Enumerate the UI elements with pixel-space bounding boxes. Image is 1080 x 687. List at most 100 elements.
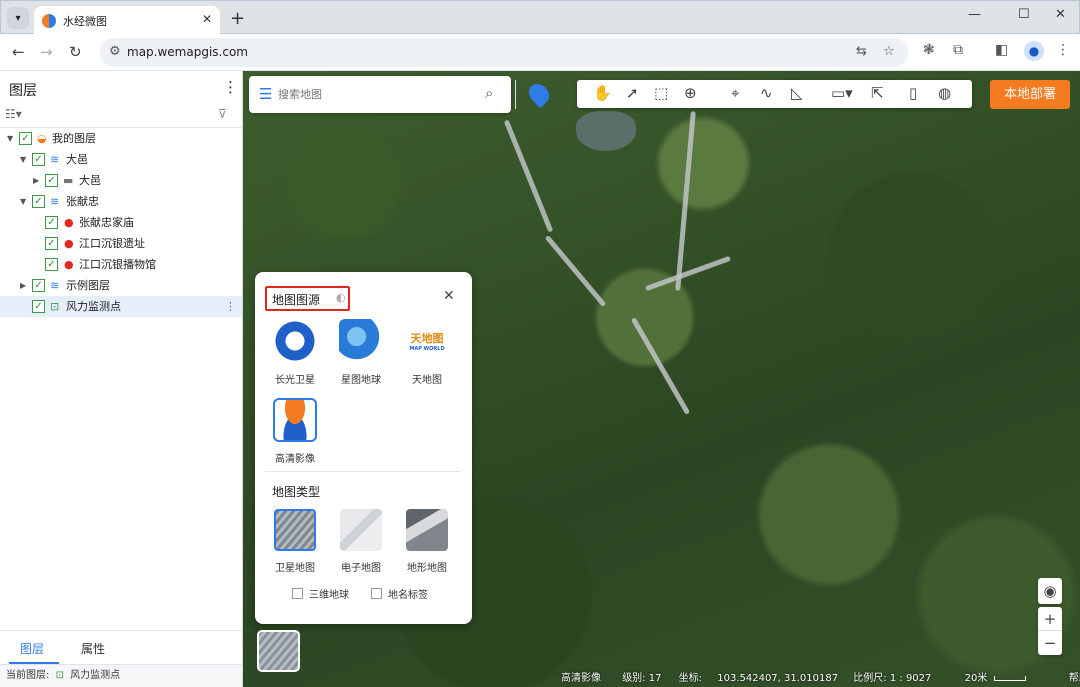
new-tab-icon[interactable]: +: [230, 8, 245, 29]
map-canvas[interactable]: ☰ ⌕ ✋ ➚ ⬚ ⊕ ⌖ ∿ ◺ ▭▾ ⇱ ▯ ◍ 本地部署 地图图源 ◐ ✕…: [243, 71, 1080, 687]
location-pin-icon[interactable]: [524, 79, 554, 109]
list-view-icon[interactable]: ☷▾: [5, 107, 22, 121]
collapse-arrow-icon[interactable]: ▼: [20, 191, 26, 212]
type-electronic[interactable]: 电子地图: [331, 509, 391, 574]
layer-checkbox[interactable]: ✓: [45, 216, 58, 229]
menu-icon[interactable]: ☰: [259, 85, 272, 103]
tree-node-dayi-folder[interactable]: ▶ ✓ ▬ 大邑: [0, 170, 242, 191]
box-select-icon[interactable]: ⬚: [654, 84, 668, 102]
checkbox-3d[interactable]: [292, 588, 303, 599]
close-window-icon[interactable]: ✕: [1055, 7, 1066, 22]
layer-checkbox[interactable]: ✓: [32, 279, 45, 292]
source-hd-imagery[interactable]: 高清影像: [265, 398, 325, 465]
translate-icon[interactable]: ⇆: [856, 44, 867, 59]
browser-tab[interactable]: 水经微图 ✕: [34, 6, 220, 35]
extension-icon[interactable]: ❃: [923, 42, 935, 58]
map-search-input[interactable]: [278, 85, 468, 103]
minimize-icon[interactable]: —: [968, 7, 981, 22]
close-icon[interactable]: ✕: [443, 288, 455, 304]
tab-layers[interactable]: 图层: [20, 640, 44, 657]
option-label: 三维地球: [309, 590, 349, 601]
polyline-icon[interactable]: ∿: [760, 84, 773, 102]
scale-bar: [993, 676, 1026, 681]
layer-stack-icon: ≋: [50, 195, 60, 208]
row-more-icon[interactable]: ⋮: [225, 296, 236, 317]
tree-node-wind[interactable]: ✓ ⊡ 风力监测点 ⋮: [0, 296, 242, 317]
status-level: 17: [648, 673, 662, 684]
profile-avatar-icon[interactable]: ●: [1024, 41, 1044, 61]
puzzle-icon[interactable]: ⧉: [953, 42, 963, 58]
zoom-search-icon[interactable]: ⊕: [684, 84, 697, 102]
source-tianditu[interactable]: 天地图 MAP WORLD 天地图: [397, 319, 457, 386]
site-settings-icon[interactable]: ⚙: [109, 44, 121, 59]
polygon-icon[interactable]: ◺: [791, 84, 803, 102]
local-deploy-button[interactable]: 本地部署: [990, 80, 1070, 109]
current-layer-status: 当前图层: ⊡ 风力监测点: [0, 664, 242, 687]
pan-hand-icon[interactable]: ✋: [593, 84, 612, 102]
tree-node-example[interactable]: ▶ ✓ ≋ 示例图层: [0, 275, 242, 296]
layer-checkbox[interactable]: ✓: [45, 258, 58, 271]
tree-node-site[interactable]: ✓ ● 江口沉银遗址: [0, 233, 242, 254]
address-bar-row: ← → ↻ ⚙ map.wemapgis.com ⇆ ☆ ❃ ⧉ ◧ ● ⋮: [0, 34, 1080, 71]
checkbox-labels[interactable]: [371, 588, 382, 599]
side-panel-icon[interactable]: ◧: [995, 42, 1008, 58]
tree-node-museum[interactable]: ✓ ● 江口沉银播物馆: [0, 254, 242, 275]
basemap-thumbnail[interactable]: [257, 630, 300, 672]
tree-label: 风力监测点: [66, 300, 121, 313]
tree-node-dayi[interactable]: ▼ ✓ ≋ 大邑: [0, 149, 242, 170]
layer-checkbox[interactable]: ✓: [45, 237, 58, 250]
info-icon[interactable]: ◐: [336, 291, 346, 304]
zoom-in-button[interactable]: +: [1038, 607, 1062, 631]
reload-icon[interactable]: ↻: [69, 43, 82, 61]
tree-node-temple[interactable]: ✓ ● 张献忠家庙: [0, 212, 242, 233]
close-tab-icon[interactable]: ✕: [202, 12, 212, 26]
measure-ruler-icon[interactable]: ▭▾: [831, 84, 853, 102]
layer-checkbox[interactable]: ✓: [32, 153, 45, 166]
layer-stack-icon: ≋: [50, 153, 60, 166]
collapse-arrow-icon[interactable]: ▼: [20, 149, 26, 170]
marker-icon[interactable]: ⌖: [731, 84, 739, 102]
layer-checkbox[interactable]: ✓: [32, 300, 45, 313]
zoom-out-button[interactable]: −: [1038, 631, 1062, 655]
device-icon[interactable]: ▯: [909, 84, 917, 102]
globe-icon[interactable]: ◍: [938, 84, 951, 102]
type-satellite[interactable]: 卫星地图: [265, 509, 325, 574]
select-arrow-icon[interactable]: ➚: [626, 84, 639, 102]
omnibox[interactable]: ⚙ map.wemapgis.com ⇆ ☆: [100, 38, 908, 67]
layer-panel: 图层 ⋮ ☷▾ ⊽ ▼ ✓ ◒ 我的图层 ▼ ✓ ≋ 大邑 ▶ ✓ ▬ 大邑 ▼…: [0, 71, 243, 687]
source-label: 天地图: [412, 375, 442, 386]
url-text[interactable]: map.wemapgis.com: [127, 45, 248, 59]
tree-label: 我的图层: [52, 132, 96, 145]
tree-node-my-layers[interactable]: ▼ ✓ ◒ 我的图层: [0, 128, 242, 149]
expand-arrow-icon[interactable]: ▶: [20, 275, 26, 296]
tree-label: 张献忠: [66, 195, 99, 208]
panel-toolbar: ☷▾ ⊽: [0, 102, 242, 128]
type-label: 电子地图: [341, 563, 381, 574]
forward-icon[interactable]: →: [40, 43, 53, 61]
collapse-arrow-icon[interactable]: ▼: [7, 128, 13, 149]
tab-search-button[interactable]: ▾: [7, 7, 29, 29]
expand-arrow-icon[interactable]: ▶: [33, 170, 39, 191]
layer-checkbox[interactable]: ✓: [32, 195, 45, 208]
panel-more-icon[interactable]: ⋮: [223, 78, 238, 96]
filter-icon[interactable]: ⊽: [218, 107, 227, 121]
source-xingtu[interactable]: 星图地球: [331, 319, 391, 386]
option-3d-globe[interactable]: 三维地球: [292, 586, 349, 601]
source-changguang[interactable]: 长光卫星: [265, 319, 325, 386]
bookmark-star-icon[interactable]: ☆: [883, 44, 895, 59]
search-icon[interactable]: ⌕: [485, 84, 493, 102]
help-link[interactable]: 帮助: [1069, 673, 1080, 684]
tree-node-zhangxianzhong[interactable]: ▼ ✓ ≋ 张献忠: [0, 191, 242, 212]
pointer-tool-icon[interactable]: ⇱: [871, 84, 884, 102]
tab-attributes[interactable]: 属性: [81, 640, 105, 657]
maximize-icon[interactable]: ☐: [1018, 7, 1030, 22]
layer-checkbox[interactable]: ✓: [45, 174, 58, 187]
back-icon[interactable]: ←: [12, 43, 25, 61]
type-terrain[interactable]: 地形地图: [397, 509, 457, 574]
map-status-bar: 高清影像 级别: 17 坐标: 103.542407, 31.010187 比例…: [561, 669, 1080, 687]
locate-button[interactable]: ◉: [1038, 578, 1062, 604]
option-place-labels[interactable]: 地名标签: [371, 586, 428, 601]
road: [503, 119, 554, 233]
browser-menu-icon[interactable]: ⋮: [1056, 42, 1070, 58]
layer-checkbox[interactable]: ✓: [19, 132, 32, 145]
